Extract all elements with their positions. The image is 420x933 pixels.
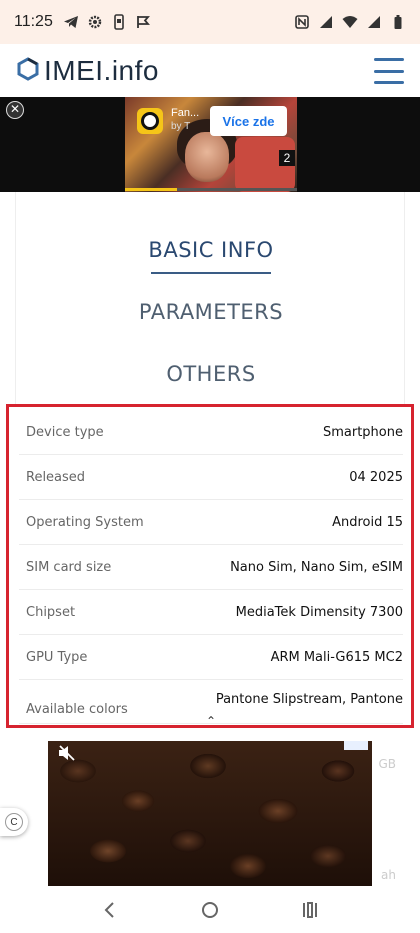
telegram-icon	[63, 14, 79, 30]
table-row: GPU Type ARM Mali-G615 MC2	[19, 635, 403, 680]
phone-icon	[111, 14, 127, 30]
spec-label: Released	[26, 469, 86, 485]
ad-progress-bar	[125, 188, 297, 191]
status-bar: 11:25	[0, 0, 420, 44]
logo-hexagon-icon	[16, 57, 40, 85]
ad-close-icon[interactable]: ✕	[6, 101, 24, 119]
site-header: IMEI.info	[0, 44, 420, 98]
settings-icon	[87, 14, 103, 30]
spec-value: 04 2025	[349, 469, 403, 485]
spec-label: Available colors	[26, 702, 128, 717]
recents-icon[interactable]	[295, 895, 325, 925]
tab-basic-info[interactable]: BASIC INFO	[16, 238, 406, 262]
bottom-ad-video[interactable]	[48, 741, 372, 886]
flag-icon	[135, 14, 151, 30]
spec-label: Chipset	[26, 604, 76, 620]
tabs-card: BASIC INFO PARAMETERS OTHERS	[15, 192, 405, 406]
status-icons-left	[63, 14, 151, 30]
logo-text: IMEI.info	[44, 55, 159, 86]
spec-label: GPU Type	[26, 649, 88, 665]
home-icon[interactable]	[195, 895, 225, 925]
spec-value: Android 15	[332, 514, 403, 530]
table-row: Operating System Android 15	[19, 500, 403, 545]
status-icons-right	[294, 14, 406, 30]
spec-table: Device type Smartphone Released 04 2025 …	[6, 404, 414, 728]
spec-value: Smartphone	[322, 424, 403, 440]
status-time: 11:25	[14, 13, 53, 30]
spec-label: Operating System	[26, 514, 144, 530]
ad-app-icon	[137, 108, 163, 134]
spec-label: SIM card size	[26, 559, 112, 575]
spec-label: Device type	[26, 424, 104, 440]
table-row: Device type Smartphone	[19, 410, 403, 455]
mute-icon[interactable]	[58, 745, 76, 761]
nfc-icon	[294, 14, 310, 30]
tab-others[interactable]: OTHERS	[16, 362, 406, 386]
table-row: SIM card size Nano Sim, Nano Sim, eSIM	[19, 545, 403, 590]
system-nav-bar	[0, 886, 420, 933]
ad-progress-fill	[125, 188, 177, 191]
active-tab-underline	[151, 272, 271, 274]
chevron-up-icon[interactable]: ⌃	[206, 714, 216, 725]
spec-value: ARM Mali-G615 MC2	[270, 649, 403, 665]
side-floating-button[interactable]: C	[0, 808, 28, 836]
spec-value: Pantone Slipstream, Pantone	[215, 692, 403, 707]
cell-icon	[366, 14, 382, 30]
table-row: Chipset MediaTek Dimensity 7300	[19, 590, 403, 635]
ad-subtitle: by T	[171, 121, 191, 132]
hamburger-menu-icon[interactable]	[374, 58, 404, 84]
tab-parameters[interactable]: PARAMETERS	[16, 300, 406, 324]
side-button-label: C	[5, 813, 23, 831]
wifi-icon	[342, 14, 358, 30]
ad-counter: 2	[279, 150, 295, 166]
signal-icon	[318, 14, 334, 30]
battery-icon	[390, 14, 406, 30]
ad-cta-button[interactable]: Více zde	[210, 106, 287, 136]
table-row: Released 04 2025	[19, 455, 403, 500]
adchoices-icon[interactable]	[344, 741, 368, 750]
back-icon[interactable]	[95, 895, 125, 925]
spec-value: MediaTek Dimensity 7300	[235, 604, 403, 620]
ad-title: Fan...	[171, 107, 200, 119]
spec-value: Nano Sim, Nano Sim, eSIM	[230, 559, 403, 575]
site-logo[interactable]: IMEI.info	[16, 55, 159, 87]
